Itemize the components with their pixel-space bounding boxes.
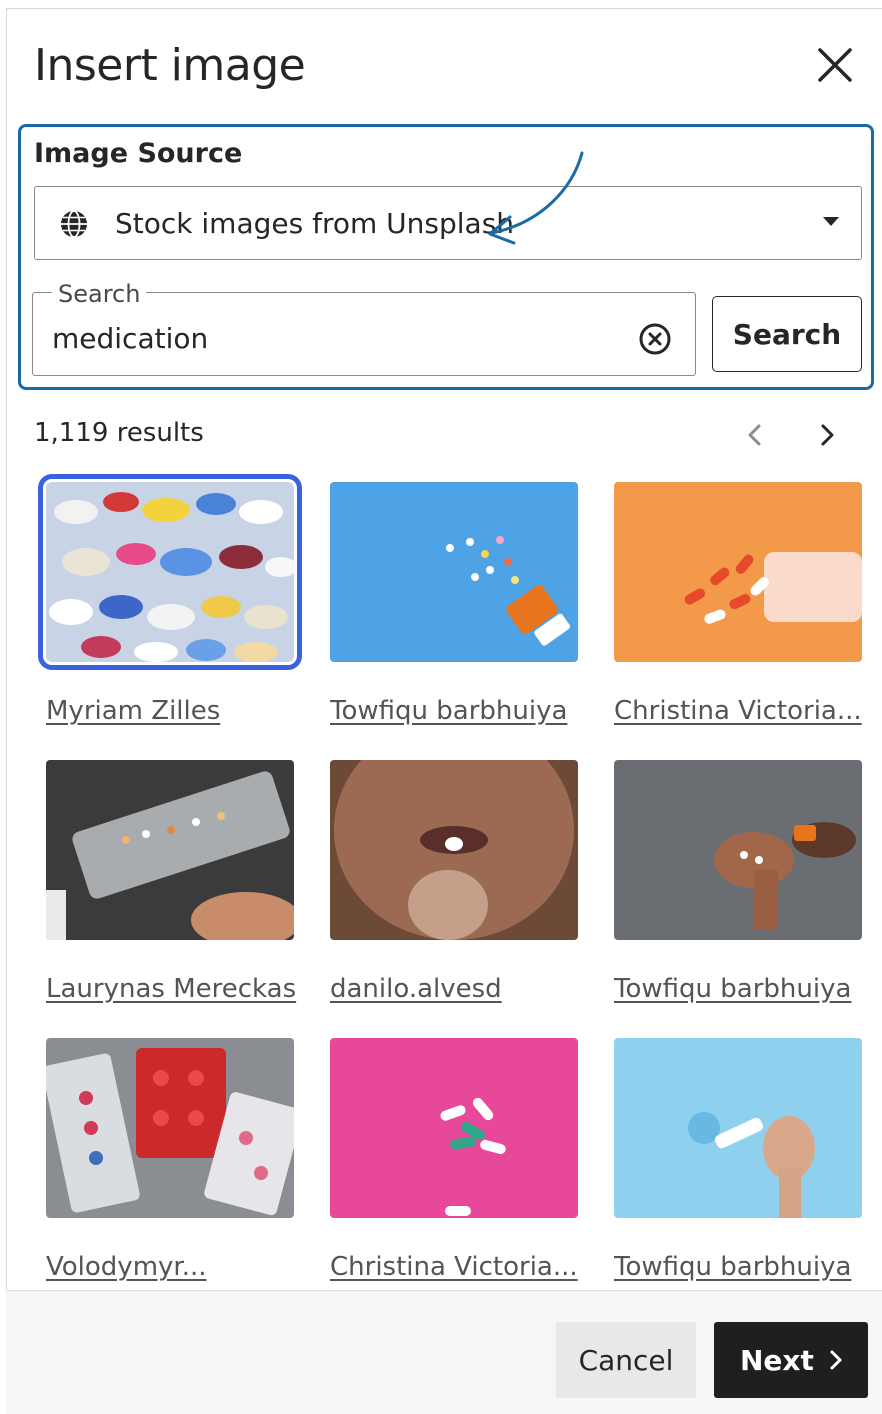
result-image-5[interactable] (330, 760, 578, 940)
result-credit-6[interactable]: Towfiqu barbhuiya (614, 974, 866, 1004)
globe-icon (61, 210, 87, 238)
dialog-title: Insert image (34, 40, 306, 91)
result-image-3[interactable] (614, 482, 862, 662)
chevron-left-icon (748, 424, 761, 446)
blister-packs-photo (46, 1038, 294, 1218)
search-field-label: Search (52, 280, 147, 308)
next-button-label: Next (740, 1344, 814, 1377)
result-credit-2[interactable]: Towfiqu barbhuiya (330, 696, 582, 726)
result-credit-4[interactable]: Laurynas Mereckas (46, 974, 298, 1004)
result-image-9[interactable] (614, 1038, 862, 1218)
result-credit-8[interactable]: Christina Victoria... (330, 1252, 582, 1282)
next-button[interactable]: Next (714, 1322, 868, 1398)
cancel-button[interactable]: Cancel (556, 1322, 696, 1398)
image-source-value: Stock images from Unsplash (115, 207, 515, 240)
chevron-right-icon (830, 1350, 842, 1370)
close-button[interactable] (810, 40, 860, 90)
result-image-7[interactable] (46, 1038, 294, 1218)
search-input[interactable] (52, 318, 612, 358)
result-image-8[interactable] (330, 1038, 578, 1218)
hand-pills-blue-photo (614, 1038, 862, 1218)
results-count: 1,119 results (34, 418, 204, 448)
clear-icon (639, 323, 671, 355)
next-page-button[interactable] (810, 418, 844, 452)
result-credit-7[interactable]: Volodymyr... (46, 1252, 298, 1282)
pills-photo (614, 482, 862, 662)
hands-pills-photo (614, 760, 862, 940)
result-image-4[interactable] (46, 760, 294, 940)
result-credit-3[interactable]: Christina Victoria... (614, 696, 866, 726)
image-source-select[interactable]: Stock images from Unsplash (34, 186, 862, 260)
clear-search-button[interactable] (638, 322, 672, 356)
capsules-pink-photo (330, 1038, 578, 1218)
pill-organizer-photo (46, 760, 294, 940)
pills-photo (330, 482, 578, 662)
pills-photo (46, 482, 294, 662)
result-image-2[interactable] (330, 482, 578, 662)
result-image-6[interactable] (614, 760, 862, 940)
previous-page-button[interactable] (738, 418, 772, 452)
result-credit-1[interactable]: Myriam Zilles (46, 696, 298, 726)
chevron-right-icon (821, 424, 834, 446)
search-button[interactable]: Search (712, 296, 862, 372)
result-image-1[interactable] (38, 474, 302, 670)
woman-taking-pill-photo (330, 760, 578, 940)
close-icon (818, 48, 852, 82)
chevron-down-icon (823, 217, 839, 226)
result-credit-9[interactable]: Towfiqu barbhuiya (614, 1252, 866, 1282)
result-credit-5[interactable]: danilo.alvesd (330, 974, 582, 1004)
image-source-label: Image Source (34, 138, 243, 169)
